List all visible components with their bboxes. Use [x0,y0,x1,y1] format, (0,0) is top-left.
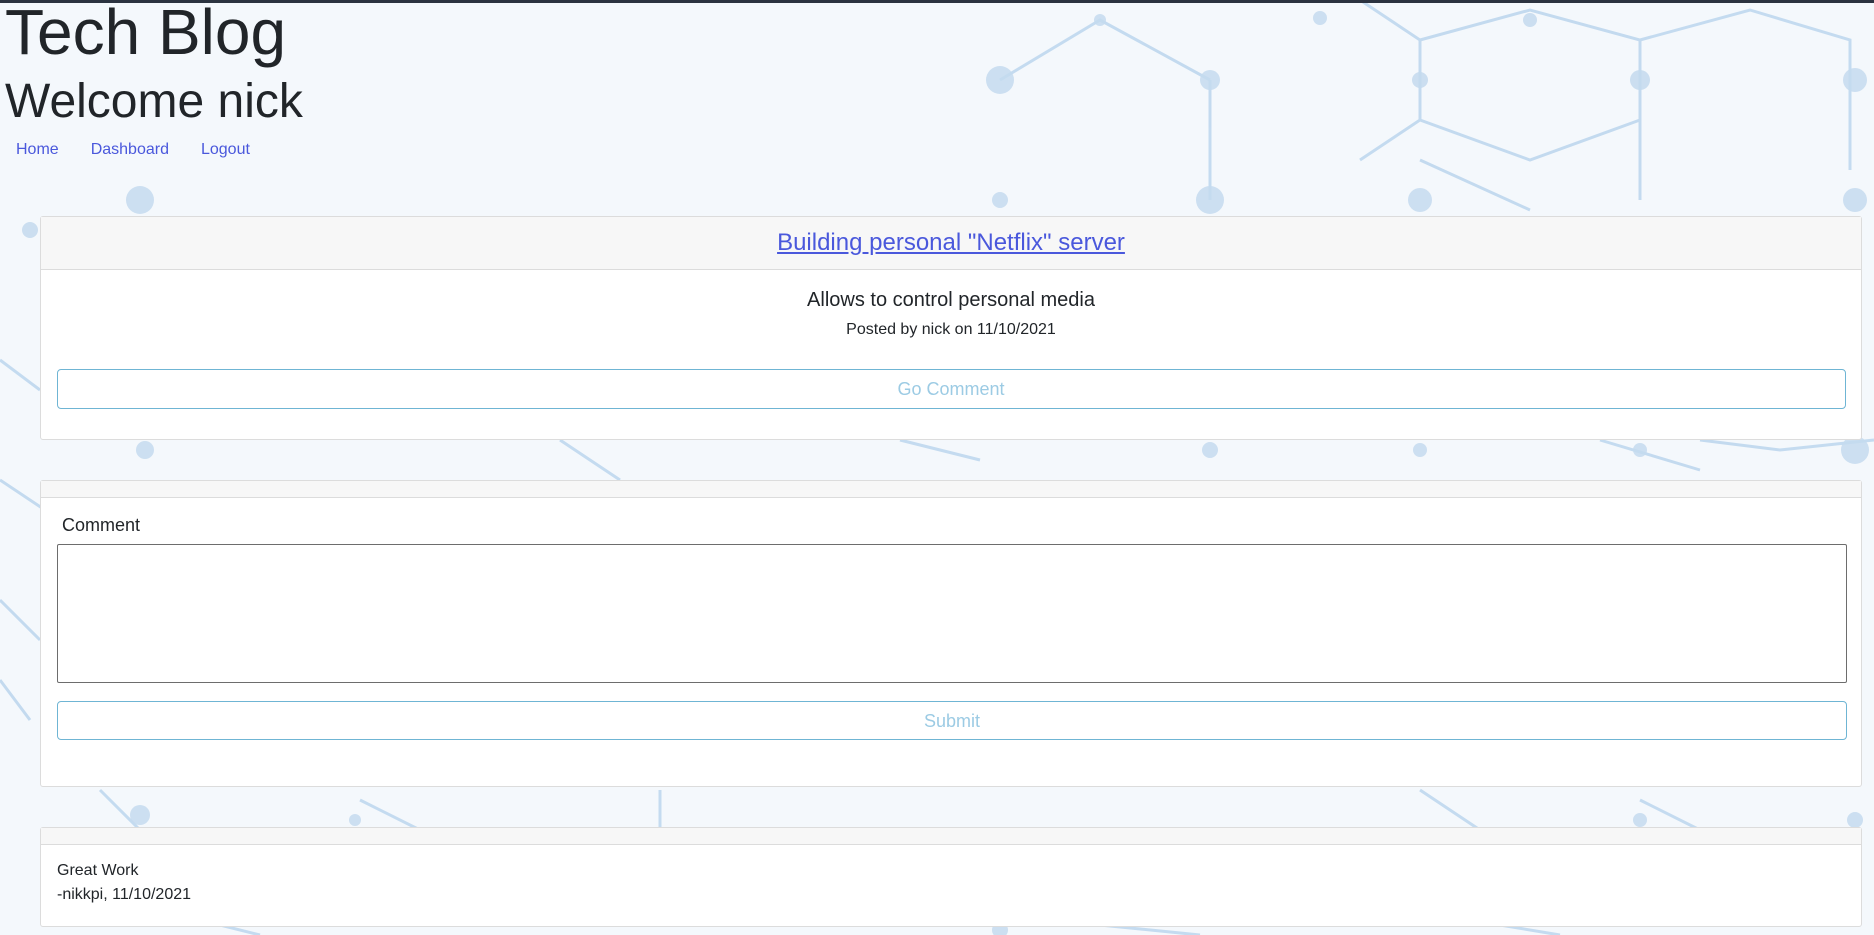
comment-textarea[interactable] [57,544,1847,683]
reply-card-header [41,828,1861,845]
comment-meta: -nikkpi, 11/10/2021 [57,886,192,903]
page: Tech Blog Welcome nick Home Dashboard Lo… [0,0,1874,927]
site-title: Tech Blog [5,0,287,68]
submit-button[interactable]: Submit [57,701,1847,740]
nav-home-link[interactable]: Home [5,140,70,160]
nav-logout-link[interactable]: Logout [190,140,261,160]
comment-label: Comment [62,515,141,535]
site-header: Tech Blog Welcome nick Home Dashboard Lo… [0,0,1874,160]
welcome-heading: Welcome nick [5,75,303,128]
top-border [0,0,1874,3]
post-card: Building personal "Netflix" server Allow… [40,216,1862,440]
post-title-link[interactable]: Building personal "Netflix" server [777,229,1125,257]
comment-text: Great Work [57,862,139,879]
comment-form-card: Comment Submit [40,480,1862,787]
comment-card-header [41,481,1861,498]
post-description: Allows to control personal media [807,289,1095,311]
comment-card: Great Work -nikkpi, 11/10/2021 [40,827,1862,927]
post-card-header: Building personal "Netflix" server [41,217,1861,270]
go-comment-button[interactable]: Go Comment [56,369,1846,409]
nav-dashboard-link[interactable]: Dashboard [80,140,180,160]
post-meta: Posted by nick on 11/10/2021 [846,321,1056,338]
post-body: Allows to control personal media Posted … [41,288,1861,409]
main-nav: Home Dashboard Logout [5,140,1874,160]
